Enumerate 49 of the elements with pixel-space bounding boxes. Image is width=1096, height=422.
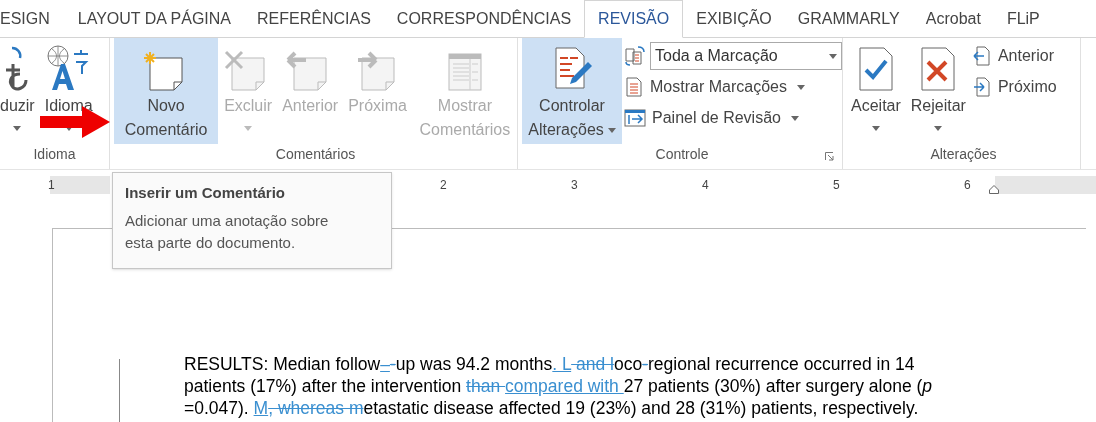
ribbon-tab[interactable]: ESIGN: [0, 0, 65, 37]
review-pane-icon: [624, 108, 646, 128]
ruler-number: 1: [48, 177, 55, 194]
ribbon-tab[interactable]: LAYOUT DA PÁGINA: [64, 0, 245, 37]
group-label: Idioma: [33, 145, 76, 164]
tooltip-title: Inserir um Comentário: [125, 183, 287, 203]
caret-icon: [871, 126, 880, 131]
caret-icon: [13, 126, 22, 131]
ruler-number: 4: [702, 177, 709, 194]
caret-icon: [796, 84, 805, 90]
group-label: Comentários: [275, 145, 356, 164]
ribbon-button[interactable]: Novo Comentário: [114, 38, 219, 144]
ribbon-tab[interactable]: REVISÃO: [584, 0, 684, 38]
ribbon-small-button[interactable]: Mostrar Marcações: [624, 73, 842, 101]
group-label: Alterações: [930, 145, 997, 164]
next-change-icon: [971, 76, 992, 98]
markup-icon: [624, 45, 646, 67]
ribbon-button[interactable]: Aceitar: [847, 38, 905, 144]
markup-dropdown[interactable]: Toda a Marcação: [650, 42, 842, 70]
paragraph-line: patients (17%) after the intervention than compared with 27 patients (30%) after surgery alone (p: [184, 375, 933, 397]
document-icon: [624, 76, 644, 98]
ribbon-button[interactable]: duzir: [0, 38, 39, 144]
ribbon-button[interactable]: Controlar Alterações: [522, 38, 622, 144]
group-label: Controle: [655, 145, 709, 164]
ribbon-tab[interactable]: Acrobat: [912, 0, 994, 37]
ruler-number: 3: [571, 177, 578, 194]
indent-marker-icon[interactable]: [989, 185, 999, 194]
ribbon-small-button[interactable]: Próximo: [971, 73, 1057, 101]
caret-icon: [607, 128, 616, 134]
ribbon-tab[interactable]: CORRESPONDÊNCIAS: [383, 0, 585, 37]
ribbon-button[interactable]: Rejeitar: [906, 38, 970, 144]
ribbon-tab[interactable]: FLiP: [993, 0, 1053, 37]
ribbon-tab[interactable]: REFERÊNCIAS: [244, 0, 384, 37]
ribbon-tab[interactable]: EXIBIÇÃO: [683, 0, 785, 37]
ribbon-tab[interactable]: GRAMMARLY: [784, 0, 913, 37]
dialog-launcher-icon[interactable]: [825, 152, 834, 161]
caret-icon: [934, 126, 943, 131]
ruler-number: 5: [833, 177, 840, 194]
tooltip-text: Adicionar uma anotação sobre esta parte do documento.: [125, 210, 330, 253]
previous-change-icon: [971, 45, 992, 67]
ruler-number: 2: [440, 177, 447, 194]
caret-icon: [790, 115, 799, 121]
caret-icon: [829, 53, 837, 59]
ruler-number: 6: [964, 177, 971, 194]
paragraph-line: =0.047). M, whereas metastatic disease affected 19 (23%) and 28 (31%) patients, respectively.: [184, 397, 920, 419]
caret-icon: [244, 126, 253, 131]
ribbon-small-button[interactable]: Anterior: [971, 42, 1057, 70]
ribbon-small-button[interactable]: Painel de Revisão: [624, 104, 842, 132]
paragraph-line: RESULTS: Median follow–-up was 94.2 months. L and loco-regional recurrence occurred in 14: [184, 353, 916, 375]
